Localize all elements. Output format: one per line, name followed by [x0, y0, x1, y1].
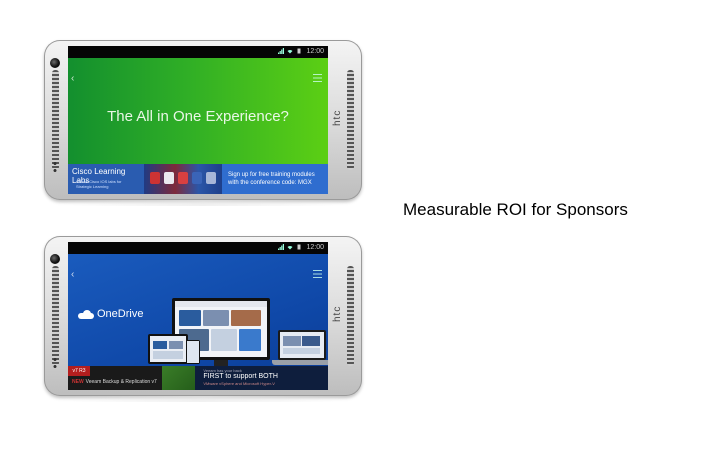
back-chevron-icon[interactable]: ‹: [71, 73, 74, 84]
phone-reflection: [62, 200, 344, 206]
veeam-ad[interactable]: v7 R3 NEW Veeam Backup & Replication v7: [68, 366, 162, 390]
phone-screen: 12:00 ‹ The All in One Experience? Cisco…: [68, 46, 328, 194]
battery-icon: [297, 48, 301, 54]
onedrive-label: OneDrive: [97, 308, 144, 320]
front-camera: [50, 58, 60, 68]
front-camera: [50, 254, 60, 264]
status-time: 12:00: [306, 48, 324, 55]
phone-screen: 12:00 ‹ OneDrive v7 R3 NEW Veeam Backup …: [68, 242, 328, 390]
signal-icon: [278, 244, 284, 250]
smartphone-device: [186, 340, 200, 364]
ad-headline: FIRST to support BOTH: [203, 373, 278, 380]
version-badge: v7 R3: [68, 366, 90, 376]
tablet-device: [148, 334, 188, 364]
onedrive-cloud-icon: [78, 309, 94, 319]
htc-logo: htc: [332, 305, 343, 323]
first-to-support-ad[interactable]: Veeam has your back FIRST to support BOT…: [195, 366, 328, 390]
right-speaker-grille: [347, 266, 354, 366]
screen-title: The All in One Experience?: [107, 108, 289, 125]
wifi-icon: [287, 245, 293, 250]
phone-mockup-cisco: htc 12:00 ‹ The All in One Experience? C…: [44, 40, 362, 206]
phone-reflection: [62, 396, 344, 402]
sensor-dots: [53, 356, 57, 370]
ad-banner[interactable]: Cisco Learning Labs Official Cisco IOS l…: [68, 164, 328, 194]
ad-subline: VMware vSphere and Microsoft Hyper-V: [203, 381, 275, 386]
signup-line-1: Sign up for free training modules: [228, 172, 315, 178]
phone-mockup-onedrive: htc 12:00 ‹ OneDrive v7 R3 NEW Veeam Bac…: [44, 236, 362, 402]
cisco-learning-labs-ad[interactable]: Cisco Learning Labs Official Cisco IOS l…: [68, 164, 144, 194]
ad-subtitle: Official Cisco IOS labs for Strategic Le…: [76, 179, 122, 189]
veeam-text: NEW Veeam Backup & Replication v7: [72, 379, 157, 385]
onedrive-logo: OneDrive: [78, 308, 143, 320]
new-tag: NEW: [72, 379, 84, 385]
menu-icon[interactable]: [313, 74, 322, 82]
battery-icon: [297, 244, 301, 250]
menu-icon[interactable]: [313, 270, 322, 278]
veeam-line: Veeam Backup & Replication v7: [85, 379, 157, 385]
status-bar: 12:00: [68, 46, 328, 58]
hero-panel: ‹ The All in One Experience?: [68, 58, 328, 170]
laptop-device: [278, 330, 326, 360]
slide-caption: Measurable ROI for Sponsors: [403, 200, 628, 219]
signal-icon: [278, 48, 284, 54]
back-chevron-icon[interactable]: ‹: [71, 269, 74, 280]
ad-photo: [144, 164, 222, 194]
left-speaker-grille: [52, 266, 59, 366]
left-speaker-grille: [52, 70, 59, 170]
right-speaker-grille: [347, 70, 354, 170]
ad-banner[interactable]: v7 R3 NEW Veeam Backup & Replication v7 V…: [68, 366, 328, 390]
status-time: 12:00: [306, 244, 324, 251]
laptop-base: [272, 360, 328, 365]
signup-text: Sign up for free training modules with t…: [222, 164, 328, 194]
status-bar: 12:00: [68, 242, 328, 254]
htc-logo: htc: [332, 109, 343, 127]
signup-line-2: with the conference code: MGX: [228, 180, 312, 186]
ad-graphic: [161, 366, 196, 390]
sensor-dots: [53, 160, 57, 174]
wifi-icon: [287, 49, 293, 54]
